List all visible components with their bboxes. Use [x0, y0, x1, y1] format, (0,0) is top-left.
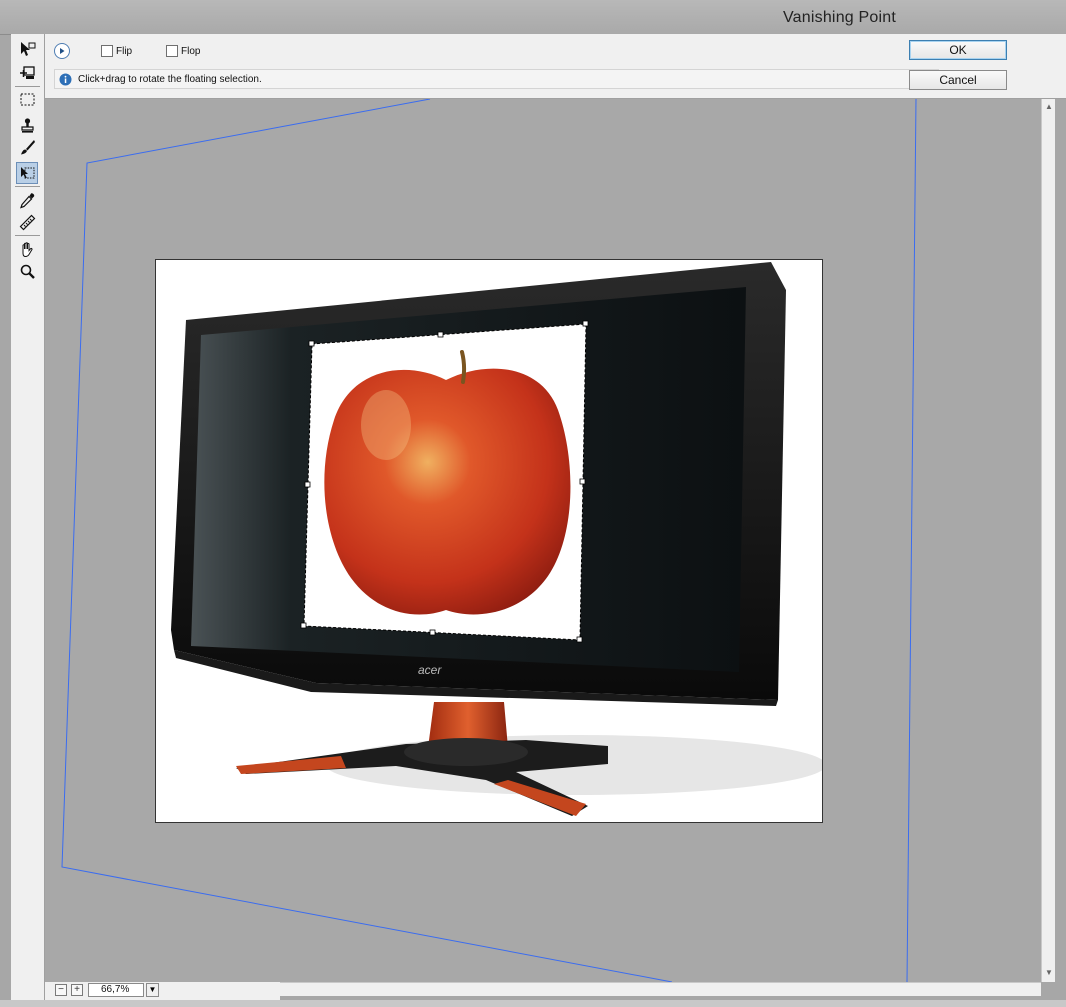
hand-tool-icon[interactable] [16, 238, 38, 260]
flip-checkbox[interactable]: Flip [101, 45, 132, 57]
marquee-tool-icon[interactable] [16, 88, 38, 110]
zoom-out-button[interactable]: − [55, 984, 67, 996]
transform-tool-icon[interactable] [16, 162, 38, 184]
info-message: Click+drag to rotate the floating select… [78, 73, 262, 85]
vanishing-point-dialog: Vanishing Point Flip Flop Click+drag to … [0, 0, 1066, 1007]
edit-plane-tool-icon[interactable] [16, 38, 38, 60]
options-menu-button[interactable] [54, 43, 70, 59]
monitor-photo: acer [156, 260, 822, 822]
window-bottom-edge [0, 1000, 1066, 1007]
zoom-in-button[interactable]: + [71, 984, 83, 996]
toolbox-separator [15, 86, 40, 87]
ok-button[interactable]: OK [909, 40, 1007, 60]
flip-label: Flip [116, 45, 133, 57]
info-icon [59, 73, 72, 86]
eyedropper-tool-icon[interactable] [16, 189, 38, 211]
scroll-down-arrow-icon[interactable]: ▼ [1044, 968, 1054, 978]
window-title: Vanishing Point [783, 9, 896, 26]
title-bar: Vanishing Point [0, 0, 1066, 35]
scroll-up-arrow-icon[interactable]: ▲ [1044, 102, 1054, 112]
flip-checkbox-box[interactable] [101, 45, 113, 57]
zoom-level-field[interactable]: 66,7% [88, 983, 144, 997]
zoom-dropdown-icon[interactable]: ▼ [146, 983, 159, 997]
create-plane-tool-icon[interactable] [16, 61, 38, 83]
flop-checkbox-box[interactable] [166, 45, 178, 57]
vertical-scrollbar[interactable]: ▲ ▼ [1041, 99, 1055, 982]
toolbox [11, 34, 45, 1000]
brush-tool-icon[interactable] [16, 136, 38, 158]
play-arrow-icon [60, 48, 65, 54]
flop-checkbox[interactable]: Flop [166, 45, 200, 57]
zoom-status-bar: − + 66,7% ▼ [45, 982, 280, 1000]
zoom-tool-icon[interactable] [16, 260, 38, 282]
stamp-tool-icon[interactable] [16, 114, 38, 136]
info-bar: Click+drag to rotate the floating select… [54, 69, 939, 89]
cancel-button[interactable]: Cancel [909, 70, 1007, 90]
flop-label: Flop [181, 45, 201, 57]
toolbox-separator [15, 186, 40, 187]
document-image: acer [155, 259, 823, 823]
preview-canvas[interactable]: acer [45, 99, 1054, 982]
horizontal-scrollbar[interactable] [280, 982, 1041, 996]
monitor-brand-logo: acer [418, 663, 442, 677]
measure-tool-icon[interactable] [16, 211, 38, 233]
toolbox-separator [15, 235, 40, 236]
